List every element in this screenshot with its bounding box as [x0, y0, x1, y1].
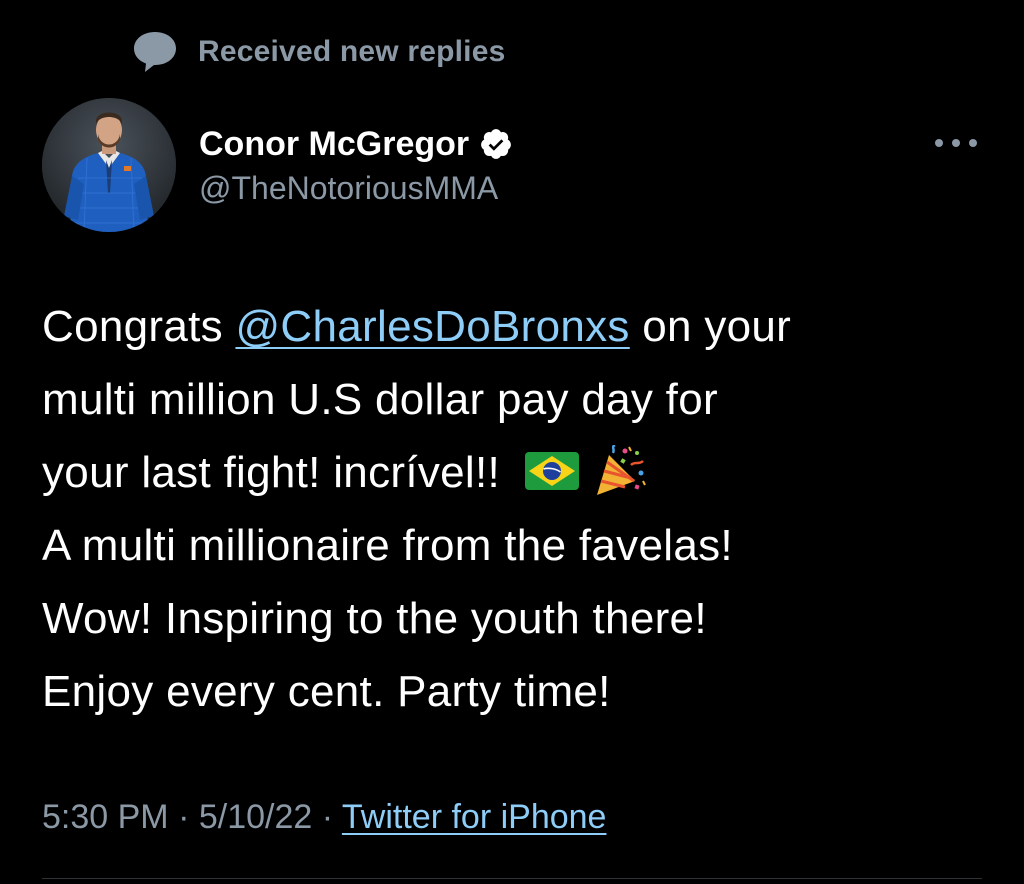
meta-separator: · — [312, 798, 342, 836]
notice-text: Received new replies — [198, 35, 506, 68]
author-handle[interactable]: @TheNotoriousMMA — [199, 170, 513, 207]
brazil-flag-emoji-icon — [524, 452, 579, 491]
new-replies-notice: Received new replies — [132, 30, 506, 74]
tweet-time: 5:30 PM — [42, 798, 169, 836]
tweet-text-segment: your last fight! incrível!! — [42, 448, 513, 497]
tweet-text: Congrats @CharlesDoBronxs on your multi … — [42, 290, 1002, 728]
author-block: Conor McGregor @TheNotoriousMMA — [199, 120, 513, 207]
verified-badge-icon — [479, 127, 513, 161]
party-popper-emoji-icon — [591, 445, 647, 497]
tweet-line: Enjoy every cent. Party time! — [42, 667, 611, 716]
tweet-line: multi million U.S dollar pay day for — [42, 375, 718, 424]
source-link[interactable]: Twitter for iPhone — [342, 798, 607, 836]
author-display-name[interactable]: Conor McGregor — [199, 125, 469, 164]
tweet-text-segment: Congrats — [42, 302, 236, 351]
tweet-line: A multi millionaire from the favelas! — [42, 521, 733, 570]
tweet-metadata: 5:30 PM · 5/10/22 · Twitter for iPhone — [42, 798, 606, 837]
tweet-line: Wow! Inspiring to the youth there! — [42, 594, 707, 643]
tweet-text-segment: on your — [629, 302, 792, 351]
meta-separator: · — [168, 798, 199, 836]
tweet-date: 5/10/22 — [198, 798, 313, 836]
tweet-line: your last fight! incrível!! — [42, 436, 1002, 509]
mention-link[interactable]: @CharlesDoBronxs — [235, 302, 629, 351]
divider — [42, 878, 982, 879]
speech-bubble-icon — [132, 30, 178, 74]
avatar[interactable] — [42, 98, 176, 232]
more-dots-icon — [935, 139, 977, 147]
tweet-line: Congrats @CharlesDoBronxs on your — [42, 290, 1002, 363]
more-options-button[interactable] — [930, 128, 982, 158]
